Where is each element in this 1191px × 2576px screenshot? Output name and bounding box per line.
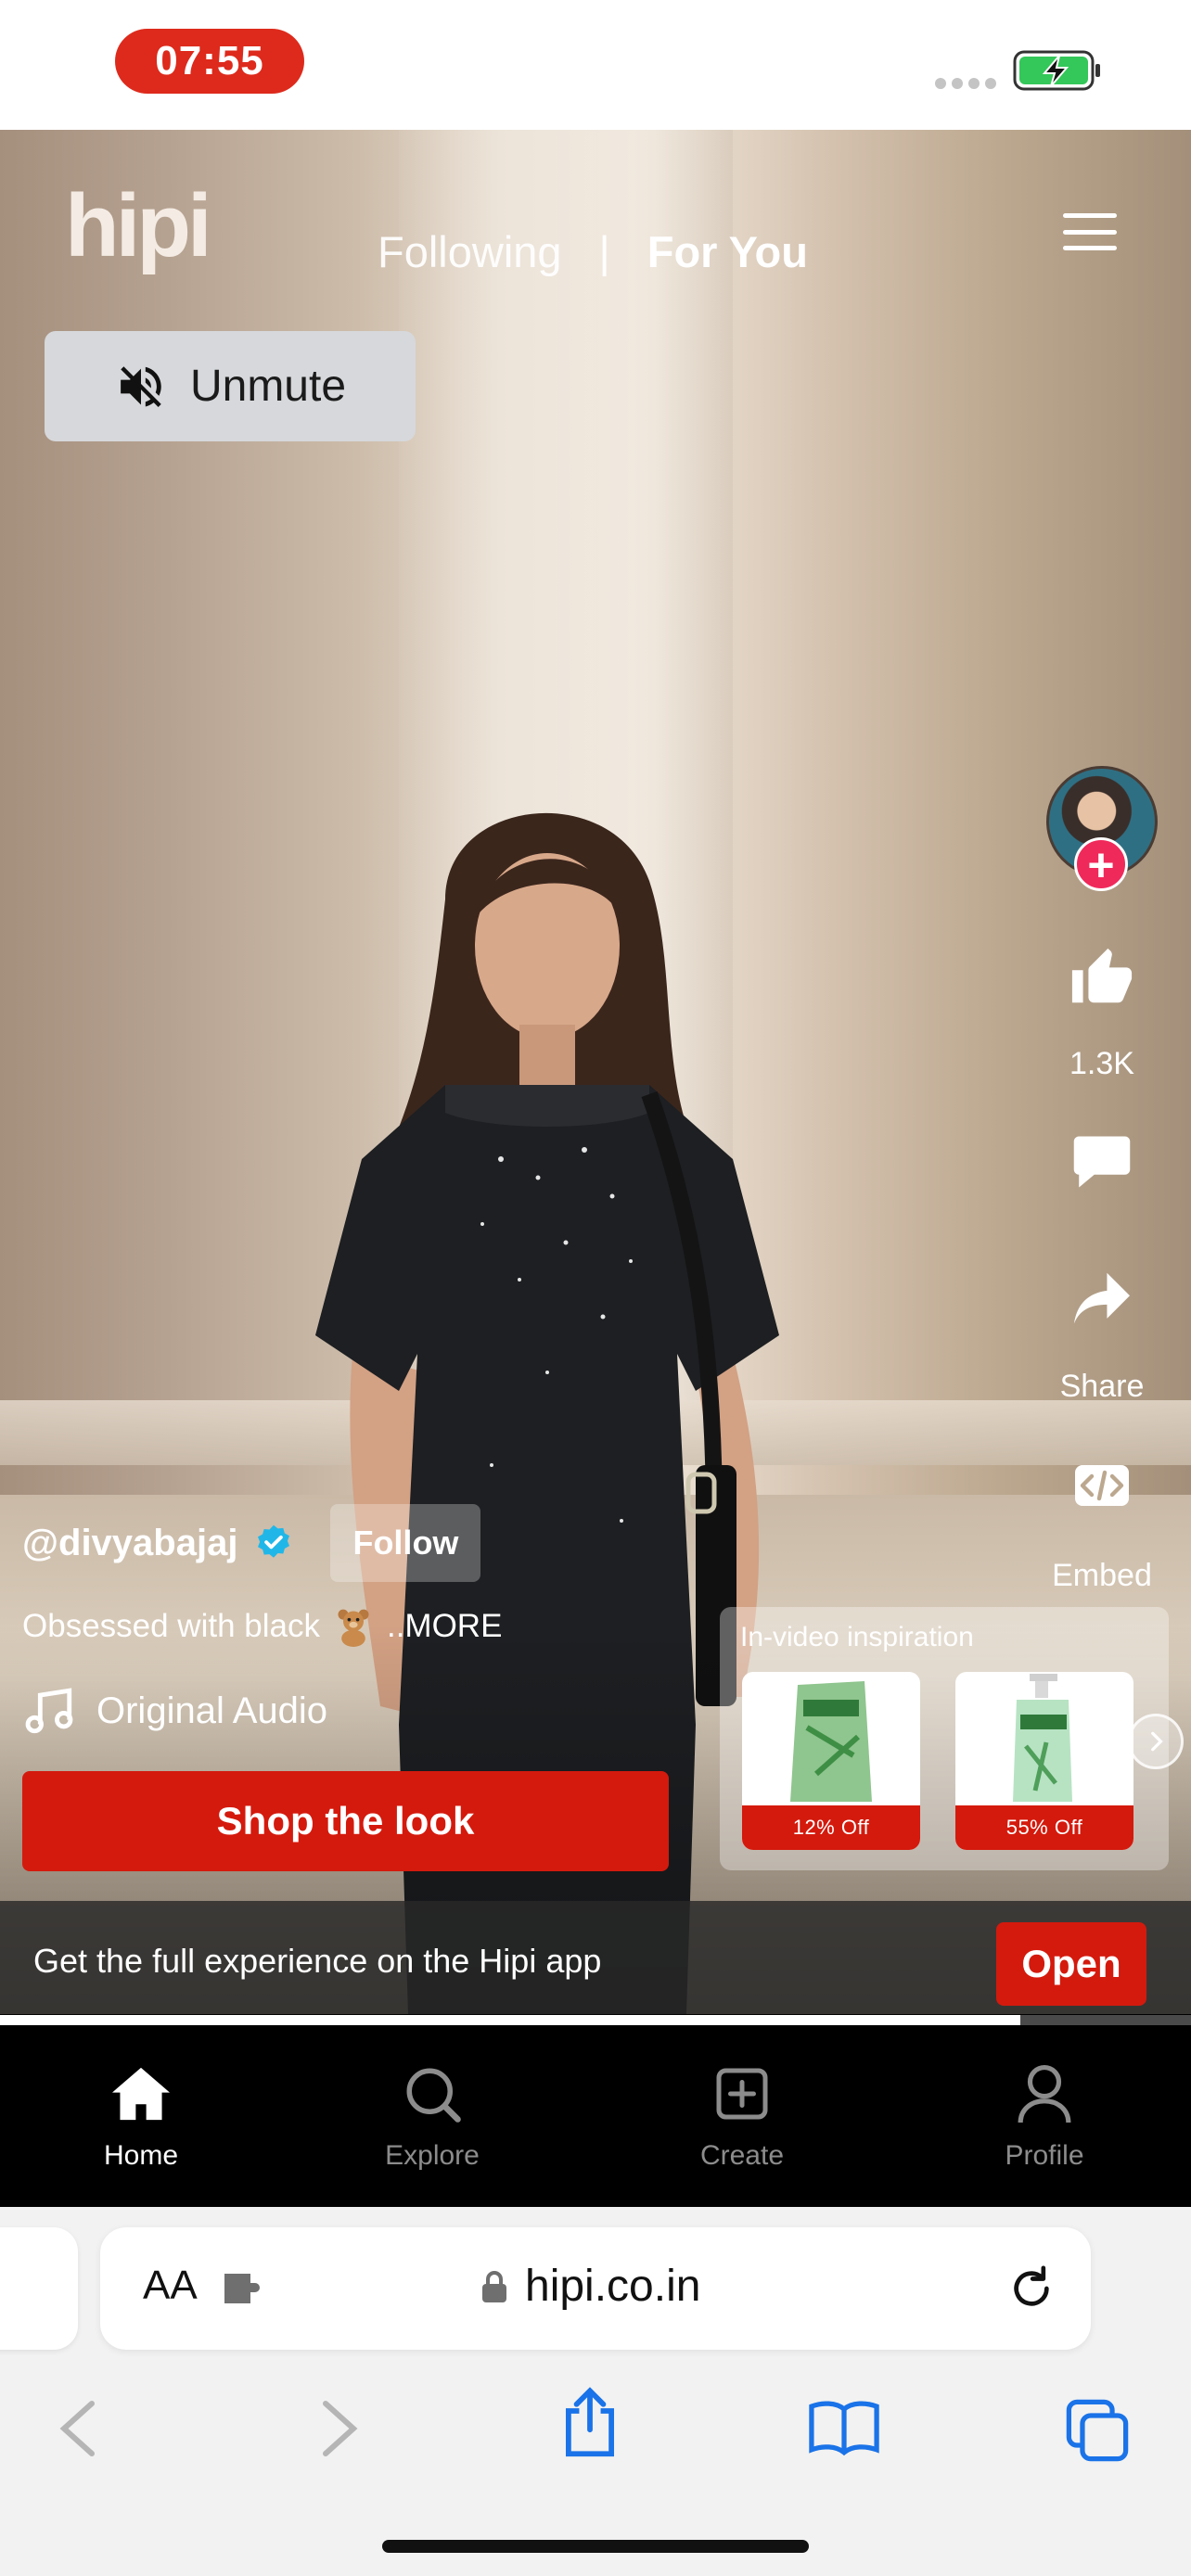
open-app-button[interactable]: Open	[996, 1922, 1146, 2006]
shop-the-look-button[interactable]: Shop the look	[22, 1771, 669, 1871]
creator-row: @divyabajaj Follow	[22, 1504, 481, 1582]
bookmarks-book-icon[interactable]	[809, 2398, 879, 2455]
url-display[interactable]: hipi.co.in	[480, 2261, 700, 2312]
search-icon	[406, 2068, 461, 2123]
app-banner-text: Get the full experience on the Hipi app	[33, 1942, 602, 1980]
share-button[interactable]	[1037, 1270, 1167, 1331]
profile-person-icon	[1018, 2064, 1071, 2123]
speaker-muted-icon	[121, 365, 161, 407]
reader-aa-button[interactable]: AA	[143, 2263, 198, 2309]
audio-track[interactable]: Original Audio	[22, 1684, 327, 1738]
address-bar[interactable]: AA hipi.co.in	[100, 2227, 1091, 2350]
battery-charging-icon	[1013, 50, 1100, 91]
tab-following[interactable]: Following	[378, 226, 562, 277]
caption-text: Obsessed with black	[22, 1608, 320, 1644]
in-video-inspiration-panel: In-video inspiration 12% Off 55% Off	[720, 1607, 1169, 1870]
thumbs-up-icon	[1071, 948, 1133, 1003]
create-plus-icon	[716, 2068, 768, 2120]
like-button[interactable]	[1037, 946, 1167, 1015]
home-indicator	[382, 2540, 809, 2553]
embed-code-icon	[1075, 1465, 1129, 1506]
nav-home[interactable]: Home	[39, 2060, 243, 2172]
embed-button[interactable]	[1037, 1465, 1167, 1511]
follow-plus-icon[interactable]: +	[1074, 837, 1128, 891]
nav-create-label: Create	[699, 2140, 785, 2171]
product-discount: 55% Off	[955, 1805, 1133, 1850]
back-chevron-icon[interactable]	[56, 2398, 100, 2459]
hipi-logo[interactable]: hipi	[65, 182, 212, 271]
music-note-icon	[25, 1688, 73, 1734]
signal-icon	[935, 78, 996, 89]
chevron-right-icon	[1151, 1731, 1163, 1752]
share-icon[interactable]	[560, 2387, 620, 2459]
creator-username[interactable]: @divyabajaj	[22, 1523, 237, 1564]
product-bottle-image	[1013, 1674, 1072, 1802]
previous-tab-peek[interactable]	[0, 2227, 78, 2350]
tab-separator: |	[598, 227, 610, 276]
lock-icon	[482, 2270, 506, 2302]
share-label: Share	[1059, 1369, 1145, 1404]
product-wipes-image	[790, 1681, 872, 1802]
app-banner: Get the full experience on the Hipi app …	[0, 1901, 1191, 2014]
product-card[interactable]: 12% Off	[742, 1672, 920, 1850]
like-count: 1.3K	[1069, 1046, 1134, 1081]
aa-label: AA	[143, 2263, 198, 2308]
unmute-label: Unmute	[189, 362, 347, 411]
audio-title: Original Audio	[96, 1690, 328, 1731]
nav-explore-label: Explore	[385, 2140, 480, 2171]
video-caption[interactable]: Obsessed with black ..MORE	[22, 1606, 502, 1647]
product-discount: 12% Off	[742, 1805, 920, 1850]
caption-more-link[interactable]: ..MORE	[387, 1608, 502, 1645]
tabs-overview-icon[interactable]	[1065, 2398, 1130, 2463]
safari-toolbar	[0, 2383, 1191, 2485]
tab-for-you[interactable]: For You	[647, 226, 808, 277]
status-bar: 07:55	[0, 0, 1191, 130]
video-progress-fill	[0, 2015, 1021, 2025]
forward-chevron-icon[interactable]	[317, 2398, 362, 2459]
inspiration-next-button[interactable]	[1128, 1714, 1184, 1769]
inspiration-title: In-video inspiration	[740, 1622, 974, 1652]
bottom-nav: Home Explore Create Profile	[0, 2025, 1191, 2207]
nav-home-label: Home	[103, 2140, 179, 2171]
nav-profile[interactable]: Profile	[942, 2060, 1146, 2172]
video-progress-bar[interactable]	[0, 2015, 1191, 2025]
status-time: 07:55	[115, 29, 304, 94]
reload-icon[interactable]	[1005, 2263, 1057, 2315]
nav-profile-label: Profile	[1005, 2140, 1084, 2171]
share-arrow-icon	[1074, 1272, 1130, 1324]
verified-badge-icon	[258, 1524, 290, 1558]
unmute-button[interactable]: Unmute	[45, 331, 416, 441]
extension-puzzle-icon[interactable]	[221, 2268, 269, 2309]
hamburger-menu-icon[interactable]	[1063, 213, 1117, 250]
teddy-bear-emoji-icon	[338, 1609, 369, 1647]
follow-button[interactable]: Follow	[330, 1504, 481, 1582]
home-icon	[112, 2067, 170, 2121]
safari-chrome: AA hipi.co.in	[0, 2207, 1191, 2576]
url-text: hipi.co.in	[525, 2262, 701, 2311]
product-card[interactable]: 55% Off	[955, 1672, 1133, 1850]
comment-button[interactable]	[1037, 1133, 1167, 1195]
comment-bubble-icon	[1073, 1136, 1131, 1188]
nav-create[interactable]: Create	[640, 2060, 844, 2172]
nav-explore[interactable]: Explore	[330, 2060, 534, 2172]
feed-tabs: Following | For You	[378, 226, 808, 277]
embed-label: Embed	[1052, 1558, 1152, 1593]
